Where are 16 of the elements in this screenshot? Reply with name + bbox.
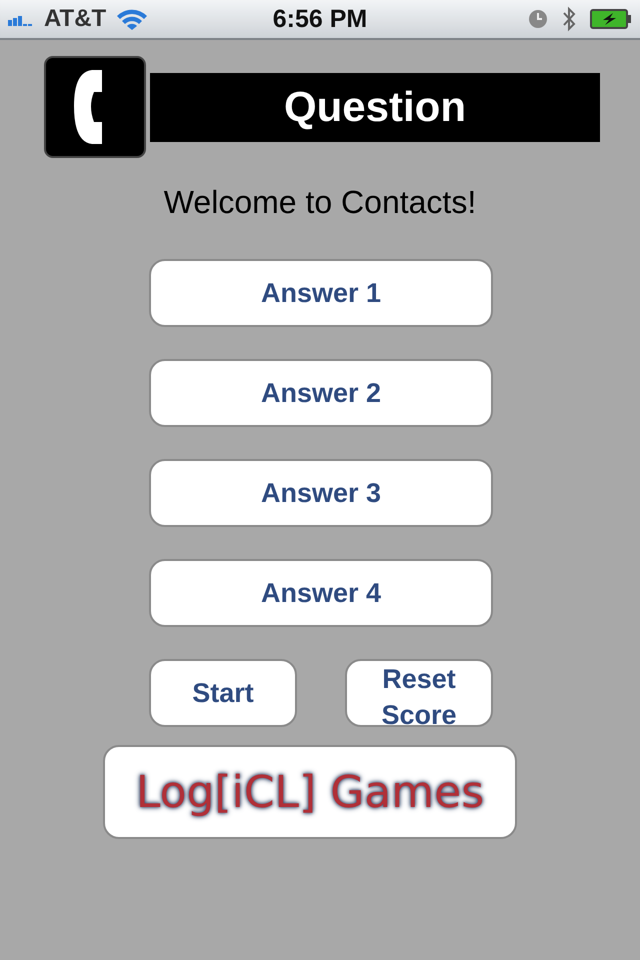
status-time: 6:56 PM <box>272 4 368 34</box>
welcome-text: Welcome to Contacts! <box>162 184 478 222</box>
wifi-icon <box>116 8 148 30</box>
carrier-name: AT&T <box>44 5 106 33</box>
reset-score-button[interactable]: Reset Score <box>345 659 493 727</box>
answer-button[interactable]: Answer 1 <box>149 259 493 327</box>
answer-button[interactable]: Answer 2 <box>149 359 493 427</box>
start-button[interactable]: Start <box>149 659 297 727</box>
phone-icon <box>44 56 146 158</box>
bluetooth-icon <box>562 6 576 32</box>
answer-button[interactable]: Answer 4 <box>149 559 493 627</box>
answer-button[interactable]: Answer 3 <box>149 459 493 527</box>
question-title: Question <box>150 72 600 142</box>
logo-text: Log[iCL] Games <box>136 766 484 818</box>
clock-icon <box>528 9 548 29</box>
battery-icon <box>590 9 632 29</box>
